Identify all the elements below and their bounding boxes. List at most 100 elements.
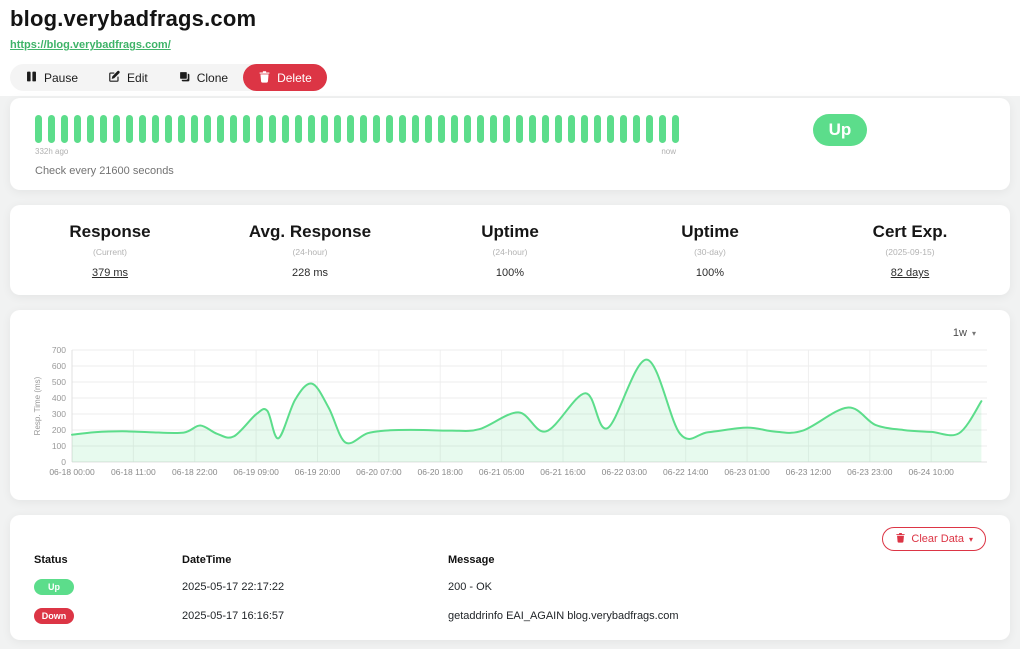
heartbeat-bar[interactable] xyxy=(633,115,640,143)
heartbeat-bar[interactable] xyxy=(48,115,55,143)
heartbeat-bar[interactable] xyxy=(191,115,198,143)
heartbeat-bar[interactable] xyxy=(386,115,393,143)
heartbeat-bar[interactable] xyxy=(113,115,120,143)
stat-subtitle: (Current) xyxy=(10,247,210,257)
response-time-chart[interactable]: 06-18 00:0006-18 11:0006-18 22:0006-19 0… xyxy=(28,340,1008,495)
pause-button[interactable]: Pause xyxy=(10,64,93,91)
heartbeat-bar[interactable] xyxy=(607,115,614,143)
y-axis-tick-label: 0 xyxy=(61,457,66,467)
x-axis-tick-label: 06-21 16:00 xyxy=(540,467,586,477)
stat-value: 379 ms xyxy=(10,267,210,279)
stat-column: Response (Current) 379 ms xyxy=(10,222,210,295)
event-status-badge[interactable]: Up xyxy=(34,579,74,595)
heartbeat-bar[interactable] xyxy=(529,115,536,143)
events-card: Clear Data ▾ Status DateTime Message Up … xyxy=(10,515,1010,640)
column-header-datetime: DateTime xyxy=(182,554,448,566)
heartbeat-bar[interactable] xyxy=(399,115,406,143)
heartbeat-bar[interactable] xyxy=(503,115,510,143)
y-axis-tick-label: 300 xyxy=(52,409,66,419)
chevron-down-icon: ▾ xyxy=(969,535,973,544)
trash-icon xyxy=(895,532,906,546)
stat-column: Cert Exp. (2025-09-15) 82 days xyxy=(810,222,1010,295)
trash-icon xyxy=(258,70,271,86)
heartbeat-bar[interactable] xyxy=(672,115,679,143)
heartbeat-bar[interactable] xyxy=(581,115,588,143)
stats-card: Response (Current) 379 msAvg. Response (… xyxy=(10,205,1010,295)
heartbeat-bar[interactable] xyxy=(464,115,471,143)
stat-title: Uptime xyxy=(610,222,810,242)
heartbeat-bar[interactable] xyxy=(139,115,146,143)
event-status-badge[interactable]: Down xyxy=(34,608,74,624)
edit-button[interactable]: Edit xyxy=(93,64,163,91)
x-axis-tick-label: 06-23 01:00 xyxy=(724,467,770,477)
x-axis-tick-label: 06-19 09:00 xyxy=(233,467,279,477)
heartbeat-bar[interactable] xyxy=(516,115,523,143)
heartbeat-bar[interactable] xyxy=(568,115,575,143)
heartbeat-bar[interactable] xyxy=(217,115,224,143)
chart-card: 1w ▾ 06-18 00:0006-18 11:0006-18 22:0006… xyxy=(10,310,1010,500)
stat-title: Response xyxy=(10,222,210,242)
edit-button-label: Edit xyxy=(127,71,148,85)
heartbeat-bar[interactable] xyxy=(178,115,185,143)
clone-icon xyxy=(178,70,191,86)
y-axis-tick-label: 400 xyxy=(52,393,66,403)
stat-value: 82 days xyxy=(810,267,1010,279)
y-axis-tick-label: 700 xyxy=(52,345,66,355)
heartbeat-bar[interactable] xyxy=(490,115,497,143)
event-row: Down 2025-05-17 16:16:57 getaddrinfo EAI… xyxy=(34,608,986,624)
heartbeat-bar[interactable] xyxy=(100,115,107,143)
heartbeat-bar[interactable] xyxy=(620,115,627,143)
heartbeat-bar[interactable] xyxy=(659,115,666,143)
heartbeat-bar[interactable] xyxy=(542,115,549,143)
chart-period-value: 1w xyxy=(953,327,967,339)
stat-subtitle: (2025-09-15) xyxy=(810,247,1010,257)
heartbeat-bar[interactable] xyxy=(321,115,328,143)
chart-period-select[interactable]: 1w ▾ xyxy=(953,327,976,339)
heartbeat-bar[interactable] xyxy=(74,115,81,143)
heartbeat-bar[interactable] xyxy=(152,115,159,143)
heartbeat-bar[interactable] xyxy=(282,115,289,143)
heartbeat-bar[interactable] xyxy=(438,115,445,143)
heartbeat-bar[interactable] xyxy=(477,115,484,143)
chart-svg[interactable]: 06-18 00:0006-18 11:0006-18 22:0006-19 0… xyxy=(28,340,1008,495)
heartbeat-bar[interactable] xyxy=(308,115,315,143)
x-axis-tick-label: 06-20 07:00 xyxy=(356,467,402,477)
heartbeat-bar[interactable] xyxy=(269,115,276,143)
clone-button[interactable]: Clone xyxy=(163,64,243,91)
heartbeat-bar[interactable] xyxy=(126,115,133,143)
heartbeat-bar[interactable] xyxy=(243,115,250,143)
x-axis-tick-label: 06-23 12:00 xyxy=(786,467,832,477)
delete-button[interactable]: Delete xyxy=(243,64,327,91)
heartbeat-bar[interactable] xyxy=(347,115,354,143)
heartbeat-bar[interactable] xyxy=(594,115,601,143)
stat-value: 228 ms xyxy=(210,267,410,279)
heartbeat-bar[interactable] xyxy=(334,115,341,143)
heartbeat-bar[interactable] xyxy=(87,115,94,143)
heartbeat-bar[interactable] xyxy=(256,115,263,143)
heartbeat-bar[interactable] xyxy=(412,115,419,143)
x-axis-tick-label: 06-22 14:00 xyxy=(663,467,709,477)
heartbeat-bar[interactable] xyxy=(165,115,172,143)
heartbeat-bar[interactable] xyxy=(425,115,432,143)
heartbeat-bar[interactable] xyxy=(555,115,562,143)
heartbeat-bar[interactable] xyxy=(451,115,458,143)
monitor-url-link[interactable]: https://blog.verybadfrags.com/ xyxy=(10,39,171,51)
stat-column: Uptime (30-day) 100% xyxy=(610,222,810,295)
x-axis-tick-label: 06-18 00:00 xyxy=(49,467,95,477)
heartbeat-bar[interactable] xyxy=(204,115,211,143)
heartbeat-bar[interactable] xyxy=(373,115,380,143)
heartbeat-bar[interactable] xyxy=(646,115,653,143)
stat-value: 100% xyxy=(410,267,610,279)
heartbeat-bar[interactable] xyxy=(61,115,68,143)
clone-button-label: Clone xyxy=(197,71,228,85)
clear-data-button[interactable]: Clear Data ▾ xyxy=(882,527,986,551)
heartbeat-bar[interactable] xyxy=(230,115,237,143)
stat-title: Avg. Response xyxy=(210,222,410,242)
heartbeat-section: 332h ago now Check every 21600 seconds xyxy=(35,113,690,177)
heartbeat-bar[interactable] xyxy=(295,115,302,143)
heartbeat-bar[interactable] xyxy=(35,115,42,143)
heartbeat-bar[interactable] xyxy=(360,115,367,143)
monitor-action-toolbar: Pause Edit Clone Delete xyxy=(10,64,327,91)
y-axis-title: Resp. Time (ms) xyxy=(33,376,42,435)
stat-column: Avg. Response (24-hour) 228 ms xyxy=(210,222,410,295)
